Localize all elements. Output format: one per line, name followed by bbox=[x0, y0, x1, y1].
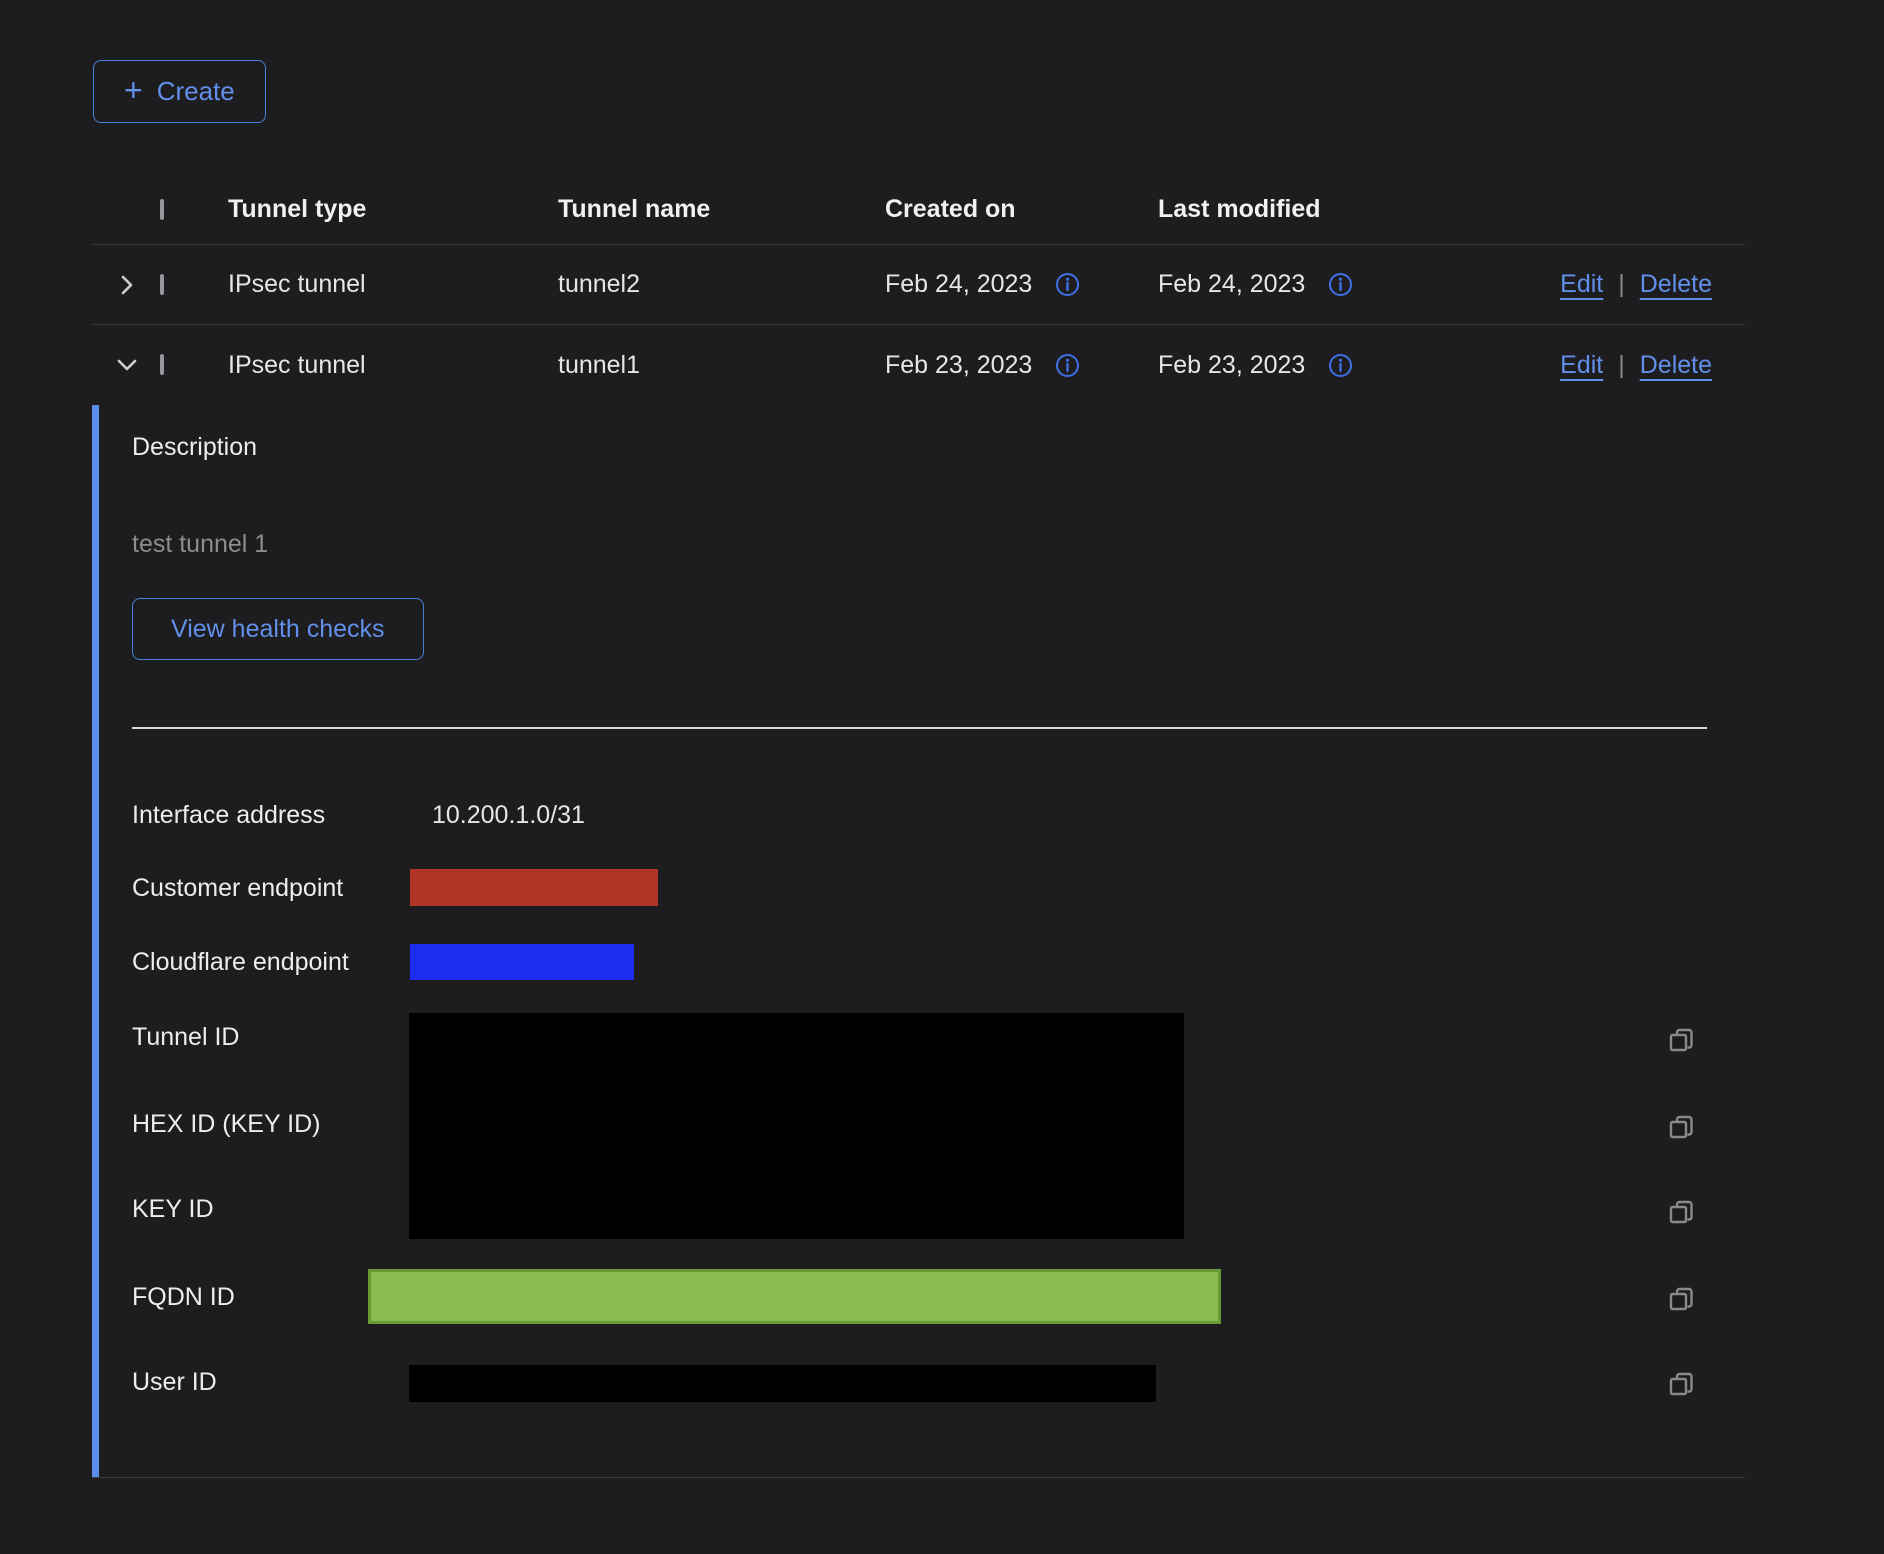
last-modified-value: Feb 23, 2023 bbox=[1158, 351, 1305, 380]
created-on-value: Feb 24, 2023 bbox=[885, 270, 1032, 299]
expand-row-button[interactable] bbox=[93, 272, 160, 298]
last-modified-value: Feb 24, 2023 bbox=[1158, 270, 1305, 299]
expanded-accent-bar bbox=[92, 405, 99, 1477]
info-icon[interactable] bbox=[1054, 352, 1081, 379]
delete-link[interactable]: Delete bbox=[1640, 270, 1712, 299]
interface-address-label: Interface address bbox=[132, 801, 325, 830]
copy-icon bbox=[1664, 1365, 1700, 1401]
user-id-redacted-value bbox=[409, 1365, 1156, 1402]
table-row: IPsec tunnel tunnel1 Feb 23, 2023 Feb 23… bbox=[93, 325, 1745, 405]
table-row: IPsec tunnel tunnel2 Feb 24, 2023 Feb 24… bbox=[93, 245, 1745, 325]
create-button[interactable]: + Create bbox=[93, 60, 266, 123]
cloudflare-endpoint-redacted-value bbox=[410, 944, 634, 980]
copy-icon bbox=[1664, 1193, 1700, 1229]
copy-user-id-button[interactable] bbox=[1664, 1365, 1700, 1401]
edit-link[interactable]: Edit bbox=[1560, 270, 1603, 299]
edit-link[interactable]: Edit bbox=[1560, 351, 1603, 380]
header-tunnel-name: Tunnel name bbox=[558, 195, 885, 224]
copy-icon bbox=[1664, 1280, 1700, 1316]
fqdn-id-label: FQDN ID bbox=[132, 1283, 235, 1312]
chevron-right-icon bbox=[114, 272, 140, 298]
create-button-label: Create bbox=[157, 76, 235, 107]
customer-endpoint-label: Customer endpoint bbox=[132, 874, 343, 903]
table-header: Tunnel type Tunnel name Created on Last … bbox=[93, 175, 1745, 245]
view-health-checks-button[interactable]: View health checks bbox=[132, 598, 424, 660]
select-all-checkbox[interactable] bbox=[160, 199, 164, 220]
info-icon[interactable] bbox=[1327, 352, 1354, 379]
description-value: test tunnel 1 bbox=[132, 530, 268, 559]
row-checkbox[interactable] bbox=[160, 274, 164, 295]
link-separator: | bbox=[1618, 270, 1625, 299]
copy-icon bbox=[1664, 1108, 1700, 1144]
section-divider bbox=[132, 727, 1707, 729]
plus-icon: + bbox=[124, 74, 143, 106]
delete-link[interactable]: Delete bbox=[1640, 351, 1712, 380]
header-tunnel-type: Tunnel type bbox=[228, 195, 558, 224]
cloudflare-endpoint-label: Cloudflare endpoint bbox=[132, 948, 349, 977]
row-checkbox[interactable] bbox=[160, 354, 164, 375]
header-last-modified: Last modified bbox=[1158, 195, 1468, 224]
hex-id-label: HEX ID (KEY ID) bbox=[132, 1110, 320, 1139]
key-id-label: KEY ID bbox=[132, 1195, 214, 1224]
tunnel-id-label: Tunnel ID bbox=[132, 1023, 239, 1052]
fqdn-id-redacted-value bbox=[368, 1269, 1221, 1324]
collapse-row-button[interactable] bbox=[93, 352, 160, 378]
info-icon[interactable] bbox=[1054, 271, 1081, 298]
tunnel-name-value: tunnel2 bbox=[558, 270, 885, 299]
chevron-down-icon bbox=[113, 352, 141, 378]
customer-endpoint-redacted-value bbox=[410, 869, 658, 906]
copy-hex-id-button[interactable] bbox=[1664, 1108, 1700, 1144]
copy-key-id-button[interactable] bbox=[1664, 1193, 1700, 1229]
copy-fqdn-id-button[interactable] bbox=[1664, 1280, 1700, 1316]
description-label: Description bbox=[132, 433, 257, 462]
ids-redacted-block bbox=[409, 1013, 1184, 1239]
copy-tunnel-id-button[interactable] bbox=[1664, 1021, 1700, 1057]
info-icon[interactable] bbox=[1327, 271, 1354, 298]
link-separator: | bbox=[1618, 351, 1625, 380]
header-created-on: Created on bbox=[885, 195, 1158, 224]
tunnel-type-value: IPsec tunnel bbox=[228, 270, 558, 299]
user-id-label: User ID bbox=[132, 1368, 217, 1397]
copy-icon bbox=[1664, 1021, 1700, 1057]
tunnel-name-value: tunnel1 bbox=[558, 351, 885, 380]
created-on-value: Feb 23, 2023 bbox=[885, 351, 1032, 380]
expanded-row-panel: Description test tunnel 1 View health ch… bbox=[92, 405, 1745, 1478]
tunnel-type-value: IPsec tunnel bbox=[228, 351, 558, 380]
page: { "page": { "background": "#1d1d1f", "ac… bbox=[0, 0, 1884, 1554]
interface-address-value: 10.200.1.0/31 bbox=[432, 801, 585, 830]
